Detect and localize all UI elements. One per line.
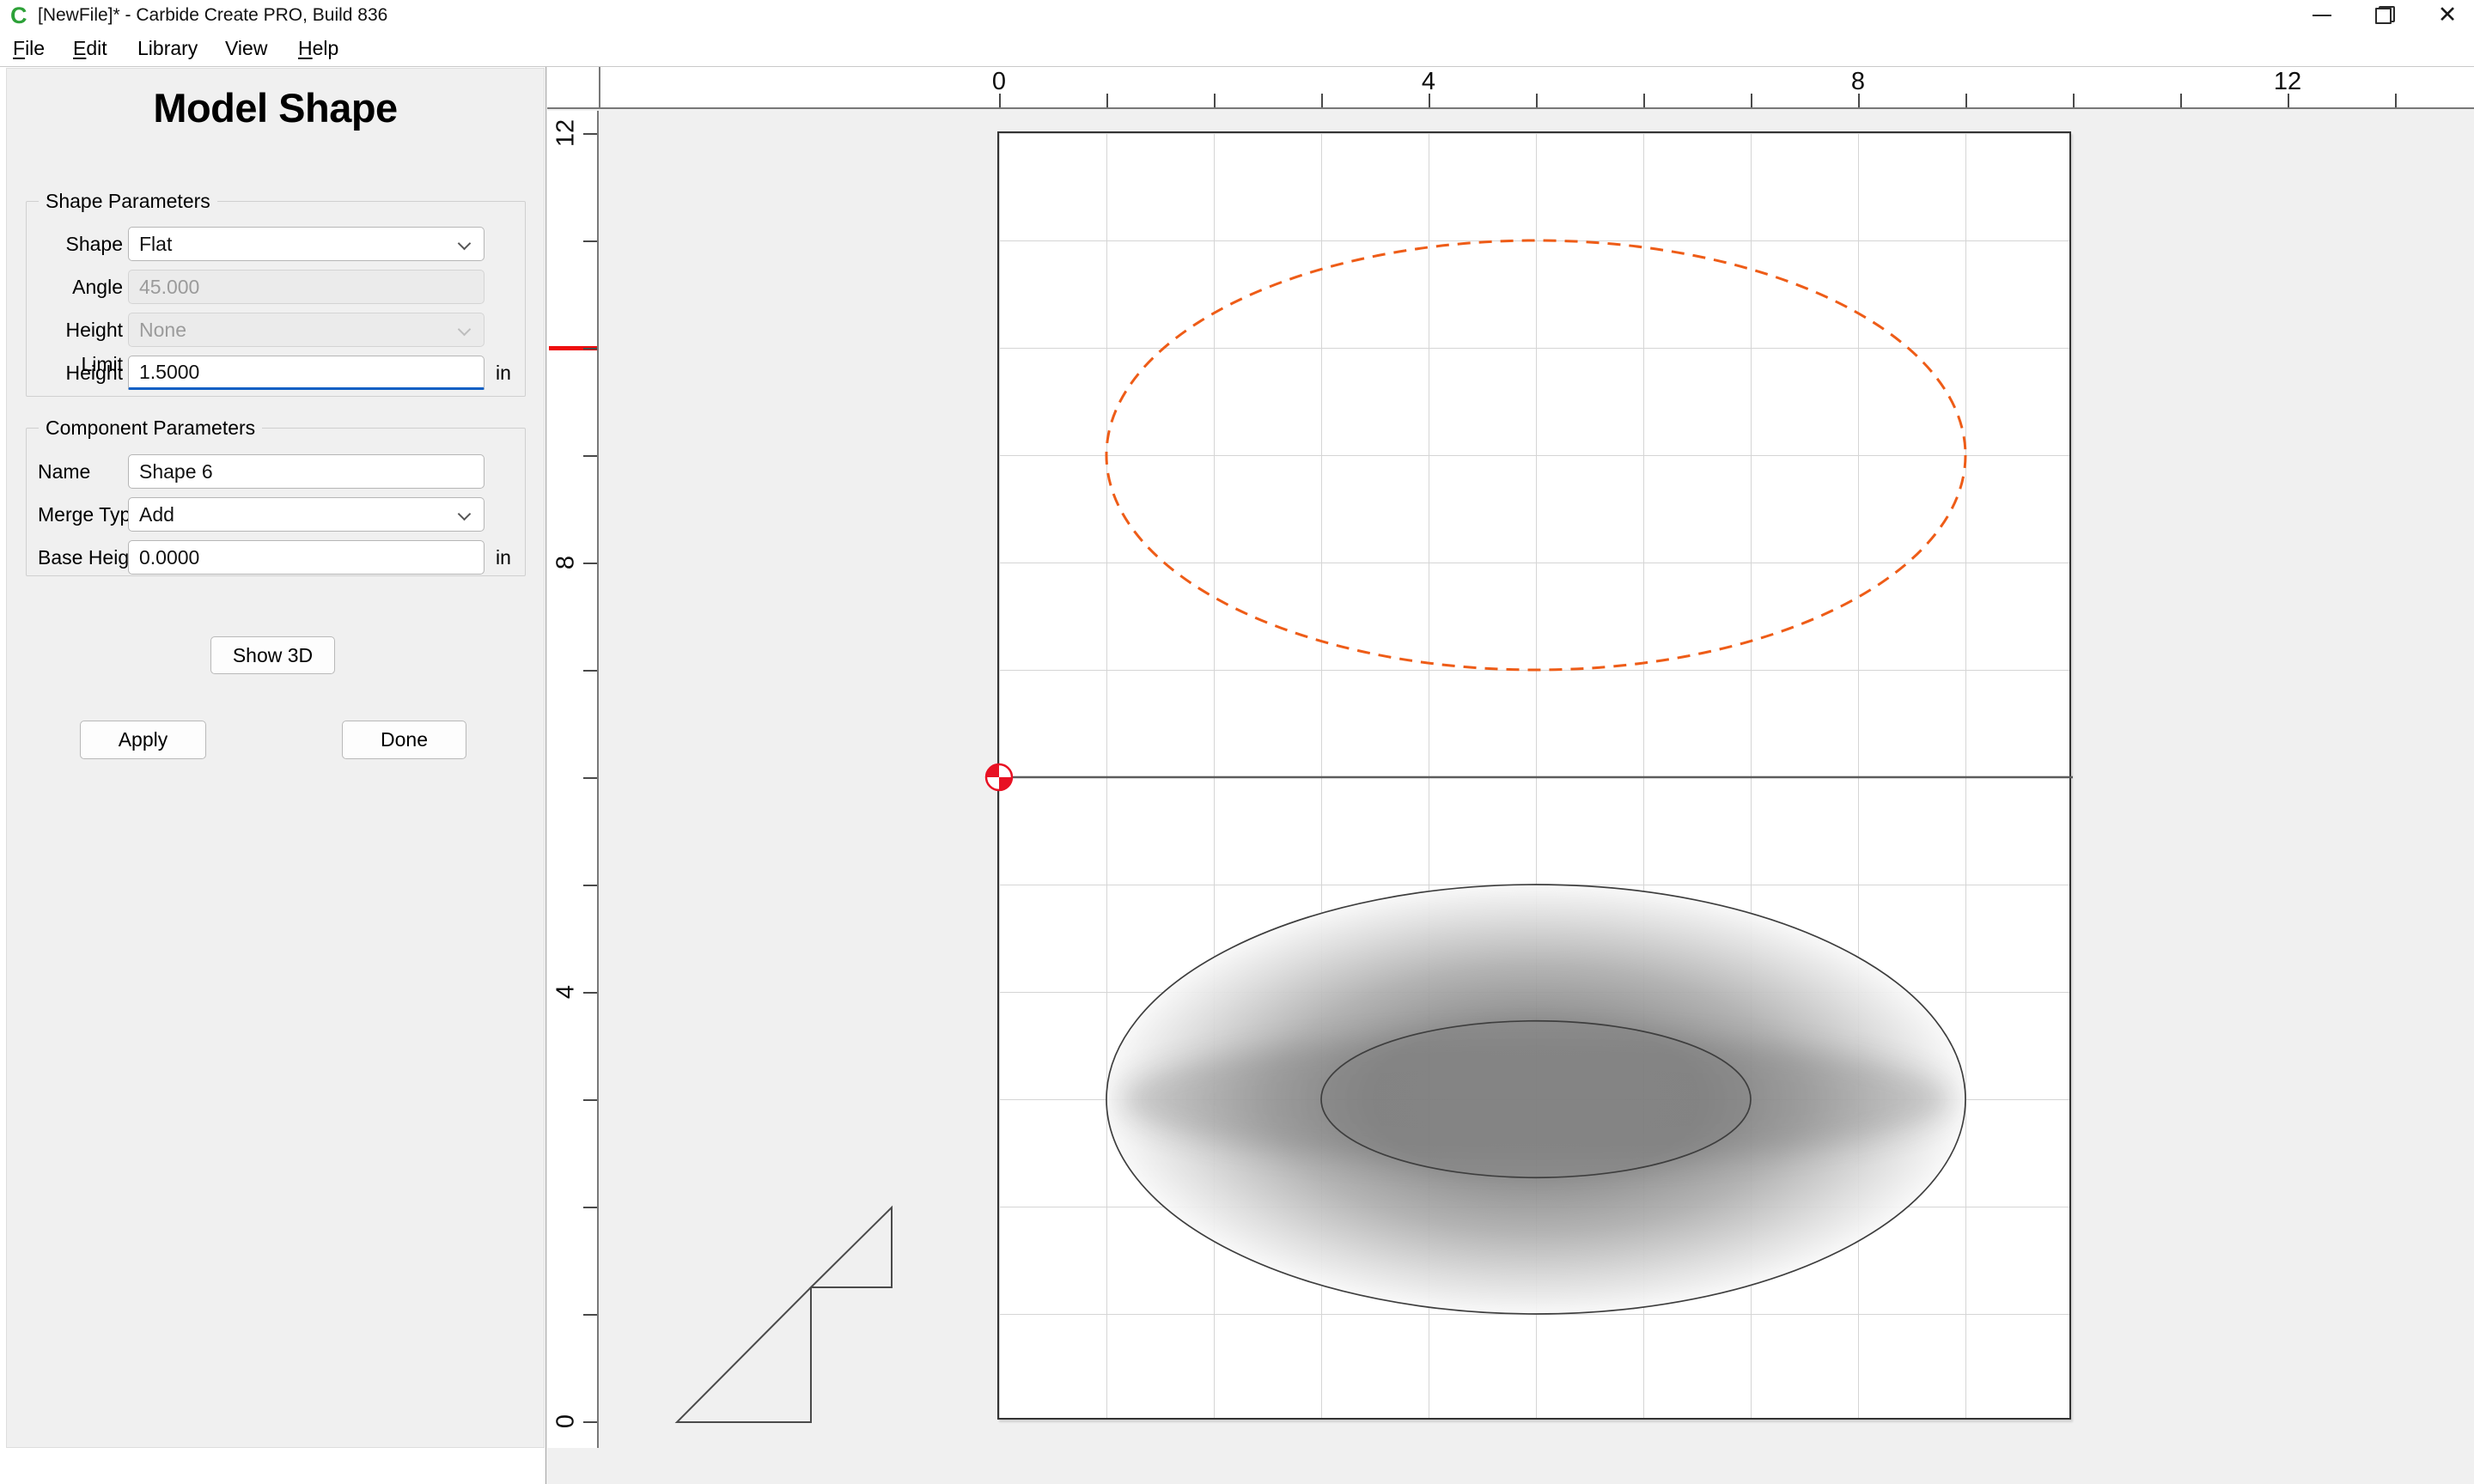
- restore-button[interactable]: [2365, 0, 2404, 30]
- close-button[interactable]: ✕: [2428, 0, 2467, 30]
- model-shape-panel: Model Shape Shape Parameters Shape Flat …: [6, 68, 545, 1448]
- menu-view[interactable]: View: [225, 31, 267, 65]
- ruler-tick: [1965, 94, 1967, 107]
- ruler-tick: [583, 455, 597, 457]
- name-label: Name: [38, 454, 90, 489]
- page-title: Model Shape: [7, 84, 544, 131]
- menu-library[interactable]: Library: [137, 31, 198, 65]
- menu-file-accel: F: [13, 37, 25, 59]
- ruler-tick: [583, 563, 597, 564]
- window-title: [NewFile]* - Carbide Create PRO, Build 8…: [38, 0, 387, 31]
- ruler-tick: [583, 1099, 597, 1101]
- menu-help-accel: H: [298, 37, 313, 59]
- ruler-tick: [583, 1207, 597, 1208]
- ruler-tick: [583, 133, 597, 135]
- ruler-tick: [1536, 94, 1538, 107]
- height-unit-label: in: [496, 356, 511, 390]
- ruler-tick: [583, 1421, 597, 1423]
- menu-file[interactable]: File: [13, 31, 45, 65]
- ruler-label: 8: [552, 556, 581, 569]
- height-label: Height: [27, 356, 123, 390]
- menu-edit-accel: E: [73, 37, 86, 59]
- ruler-label: 8: [1851, 68, 1865, 96]
- ruler-tick: [1751, 94, 1752, 107]
- ruler-tick: [1321, 94, 1323, 107]
- shape-parameters-group: Shape Parameters Shape Flat Angle Height…: [26, 201, 526, 397]
- close-icon: ✕: [2438, 0, 2458, 30]
- menu-edit[interactable]: Edit: [73, 31, 107, 65]
- show-3d-button[interactable]: Show 3D: [210, 636, 335, 674]
- ruler-tick: [2180, 94, 2182, 107]
- ruler-tick: [583, 348, 597, 350]
- design-canvas[interactable]: 0 4 8 12 12 8 4 0: [545, 67, 2474, 1484]
- ruler-tick: [583, 992, 597, 994]
- ruler-tick: [583, 885, 597, 886]
- merge-type-select[interactable]: Add: [128, 497, 484, 532]
- menu-help-label: elp: [313, 37, 339, 59]
- base-height-field[interactable]: [128, 540, 484, 575]
- menu-bar: File Edit Library View Help: [0, 31, 2474, 67]
- ruler-tick: [2395, 94, 2397, 107]
- menu-help[interactable]: Help: [298, 31, 338, 65]
- menu-view-label: View: [225, 37, 267, 59]
- minimize-button[interactable]: [2302, 0, 2342, 30]
- shape-parameters-title: Shape Parameters: [39, 190, 217, 213]
- angle-label: Angle: [27, 270, 123, 304]
- ruler-tick: [583, 1314, 597, 1316]
- chevron-down-icon: [458, 323, 472, 337]
- ruler-label: 4: [552, 985, 581, 999]
- height-limit-label: Height Limit: [27, 313, 123, 347]
- base-height-unit-label: in: [496, 540, 511, 575]
- ruler-horizontal: 0 4 8 12: [547, 67, 2474, 109]
- ruler-vertical: 12 8 4 0: [547, 111, 599, 1448]
- component-parameters-group: Component Parameters Name Merge Type Add…: [26, 428, 526, 576]
- ruler-tick: [583, 777, 597, 779]
- ruler-label: 0: [552, 1414, 581, 1428]
- stock-area[interactable]: [997, 131, 2071, 1420]
- minimize-icon: [2313, 15, 2331, 16]
- app-logo-icon: C: [10, 2, 27, 29]
- ruler-label: 4: [1422, 68, 1435, 96]
- menu-file-label: ile: [25, 37, 45, 59]
- menu-edit-label: dit: [86, 37, 107, 59]
- height-field[interactable]: [128, 356, 484, 390]
- angle-field: [128, 270, 484, 304]
- ruler-tick: [1214, 94, 1216, 107]
- shape-select-value: Flat: [139, 233, 172, 256]
- app-window: C [NewFile]* - Carbide Create PRO, Build…: [0, 0, 2474, 1484]
- menu-library-label: Library: [137, 37, 198, 59]
- restore-icon: [2375, 6, 2395, 24]
- apply-button[interactable]: Apply: [80, 721, 206, 759]
- ruler-label: 12: [2274, 68, 2301, 96]
- component-parameters-title: Component Parameters: [39, 417, 262, 440]
- ruler-tick: [2073, 94, 2075, 107]
- ruler-corner-divider: [599, 67, 600, 109]
- shape-select[interactable]: Flat: [128, 227, 484, 261]
- height-limit-value: None: [139, 319, 186, 342]
- ruler-tick: [1643, 94, 1645, 107]
- chevron-down-icon: [458, 508, 472, 521]
- ruler-tick: [1106, 94, 1108, 107]
- merge-type-value: Add: [139, 503, 174, 526]
- ramp-indicator-icon: [677, 1207, 892, 1422]
- ruler-tick: [583, 670, 597, 672]
- ruler-label: 0: [992, 68, 1006, 96]
- chevron-down-icon: [458, 237, 472, 251]
- title-bar: C [NewFile]* - Carbide Create PRO, Build…: [0, 0, 2474, 31]
- ruler-tick: [583, 240, 597, 242]
- height-limit-select: None: [128, 313, 484, 347]
- done-button[interactable]: Done: [342, 721, 466, 759]
- ruler-label: 12: [552, 119, 581, 147]
- merge-type-label: Merge Type: [38, 497, 142, 532]
- shape-label: Shape: [27, 227, 123, 261]
- name-field[interactable]: [128, 454, 484, 489]
